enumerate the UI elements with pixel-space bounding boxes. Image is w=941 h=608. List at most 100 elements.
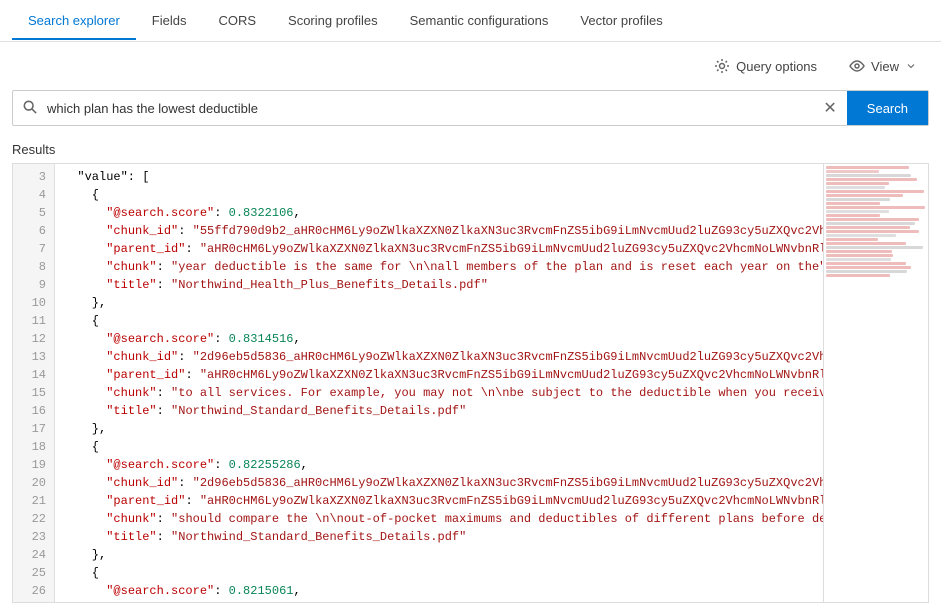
minimap-line [826, 250, 892, 253]
json-line: "chunk_id": "2d96eb5d5836_aHR0cHM6Ly9oZW… [63, 474, 920, 492]
eye-icon [849, 58, 865, 74]
json-line: "chunk": "should compare the \n\nout-of-… [63, 510, 920, 528]
minimap [823, 164, 928, 602]
minimap-line [826, 222, 915, 225]
results-label: Results [0, 138, 941, 163]
search-bar: ✕ Search [12, 90, 929, 126]
json-line: "@search.score": 0.8322106, [63, 204, 920, 222]
minimap-line [826, 226, 910, 229]
minimap-line [826, 194, 903, 197]
json-line: "value": [ [63, 168, 920, 186]
clear-button[interactable]: ✕ [813, 98, 846, 118]
minimap-line [826, 210, 889, 213]
line-numbers: 3456789101112131415161718192021222324252… [13, 164, 55, 602]
gear-icon [714, 58, 730, 74]
search-button[interactable]: Search [847, 91, 928, 125]
line-number: 17 [13, 420, 54, 438]
minimap-line [826, 202, 880, 205]
json-line: "parent_id": "aHR0cHM6Ly9oZWlkaXZXN0Zlka… [63, 240, 920, 258]
tab-scoring-profiles[interactable]: Scoring profiles [272, 3, 394, 40]
line-number: 11 [13, 312, 54, 330]
line-number: 9 [13, 276, 54, 294]
json-line: "@search.score": 0.82255286, [63, 456, 920, 474]
json-line: "chunk_id": "55ffd790d9b2_aHR0cHM6Ly9oZW… [63, 600, 920, 602]
view-button[interactable]: View [841, 54, 925, 78]
minimap-line [826, 214, 880, 217]
line-number: 8 [13, 258, 54, 276]
minimap-line [826, 166, 909, 169]
line-number: 14 [13, 366, 54, 384]
json-line: "@search.score": 0.8215061, [63, 582, 920, 600]
minimap-line [826, 218, 919, 221]
minimap-line [826, 198, 890, 201]
minimap-line [826, 258, 891, 261]
minimap-line [826, 262, 906, 265]
minimap-line [826, 266, 911, 269]
tab-search-explorer[interactable]: Search explorer [12, 3, 136, 40]
json-line: }, [63, 294, 920, 312]
line-number: 6 [13, 222, 54, 240]
json-line: { [63, 312, 920, 330]
line-number: 23 [13, 528, 54, 546]
query-options-label: Query options [736, 59, 817, 74]
line-number: 20 [13, 474, 54, 492]
line-number: 22 [13, 510, 54, 528]
minimap-line [826, 246, 923, 249]
line-number: 16 [13, 402, 54, 420]
tab-cors[interactable]: CORS [202, 3, 272, 40]
json-line: }, [63, 420, 920, 438]
minimap-line [826, 230, 919, 233]
line-number: 12 [13, 330, 54, 348]
minimap-line [826, 242, 906, 245]
search-icon [13, 100, 47, 117]
search-input[interactable] [47, 101, 813, 116]
json-line: "parent_id": "aHR0cHM6Ly9oZWlkaXZXN0Zlka… [63, 492, 920, 510]
minimap-line [826, 182, 889, 185]
minimap-line [826, 174, 911, 177]
minimap-line [826, 178, 917, 181]
minimap-line [826, 206, 925, 209]
nav-tabs: Search explorerFieldsCORSScoring profile… [0, 0, 941, 42]
view-label: View [871, 59, 899, 74]
line-number: 18 [13, 438, 54, 456]
json-line: "parent_id": "aHR0cHM6Ly9oZWlkaXZXN0Zlka… [63, 366, 920, 384]
json-line: "chunk_id": "2d96eb5d5836_aHR0cHM6Ly9oZW… [63, 348, 920, 366]
json-line: { [63, 438, 920, 456]
line-number: 10 [13, 294, 54, 312]
query-options-button[interactable]: Query options [706, 54, 825, 78]
line-number: 15 [13, 384, 54, 402]
json-line: "@search.score": 0.8314516, [63, 330, 920, 348]
json-line: "title": "Northwind_Standard_Benefits_De… [63, 402, 920, 420]
chevron-down-icon [905, 60, 917, 72]
minimap-line [826, 254, 893, 257]
tab-vector-profiles[interactable]: Vector profiles [564, 3, 678, 40]
json-content[interactable]: "value": [ { "@search.score": 0.8322106,… [55, 164, 928, 602]
json-line: "chunk": "to all services. For example, … [63, 384, 920, 402]
line-number: 26 [13, 582, 54, 600]
tab-semantic-configurations[interactable]: Semantic configurations [394, 3, 565, 40]
json-results-container: 3456789101112131415161718192021222324252… [12, 163, 929, 603]
line-number: 4 [13, 186, 54, 204]
json-line: "title": "Northwind_Health_Plus_Benefits… [63, 276, 920, 294]
line-number: 25 [13, 564, 54, 582]
line-number: 7 [13, 240, 54, 258]
json-line: "chunk": "year deductible is the same fo… [63, 258, 920, 276]
json-line: { [63, 564, 920, 582]
json-line: }, [63, 546, 920, 564]
line-number: 21 [13, 492, 54, 510]
line-number: 13 [13, 348, 54, 366]
minimap-line [826, 270, 907, 273]
line-number: 3 [13, 168, 54, 186]
minimap-line [826, 170, 879, 173]
minimap-line [826, 234, 896, 237]
line-number: 19 [13, 456, 54, 474]
toolbar: Query options View [0, 42, 941, 90]
line-number: 24 [13, 546, 54, 564]
line-number: 27 [13, 600, 54, 602]
json-line: { [63, 186, 920, 204]
json-line: "title": "Northwind_Standard_Benefits_De… [63, 528, 920, 546]
tab-fields[interactable]: Fields [136, 3, 203, 40]
minimap-line [826, 274, 890, 277]
minimap-line [826, 186, 885, 189]
minimap-line [826, 190, 924, 193]
